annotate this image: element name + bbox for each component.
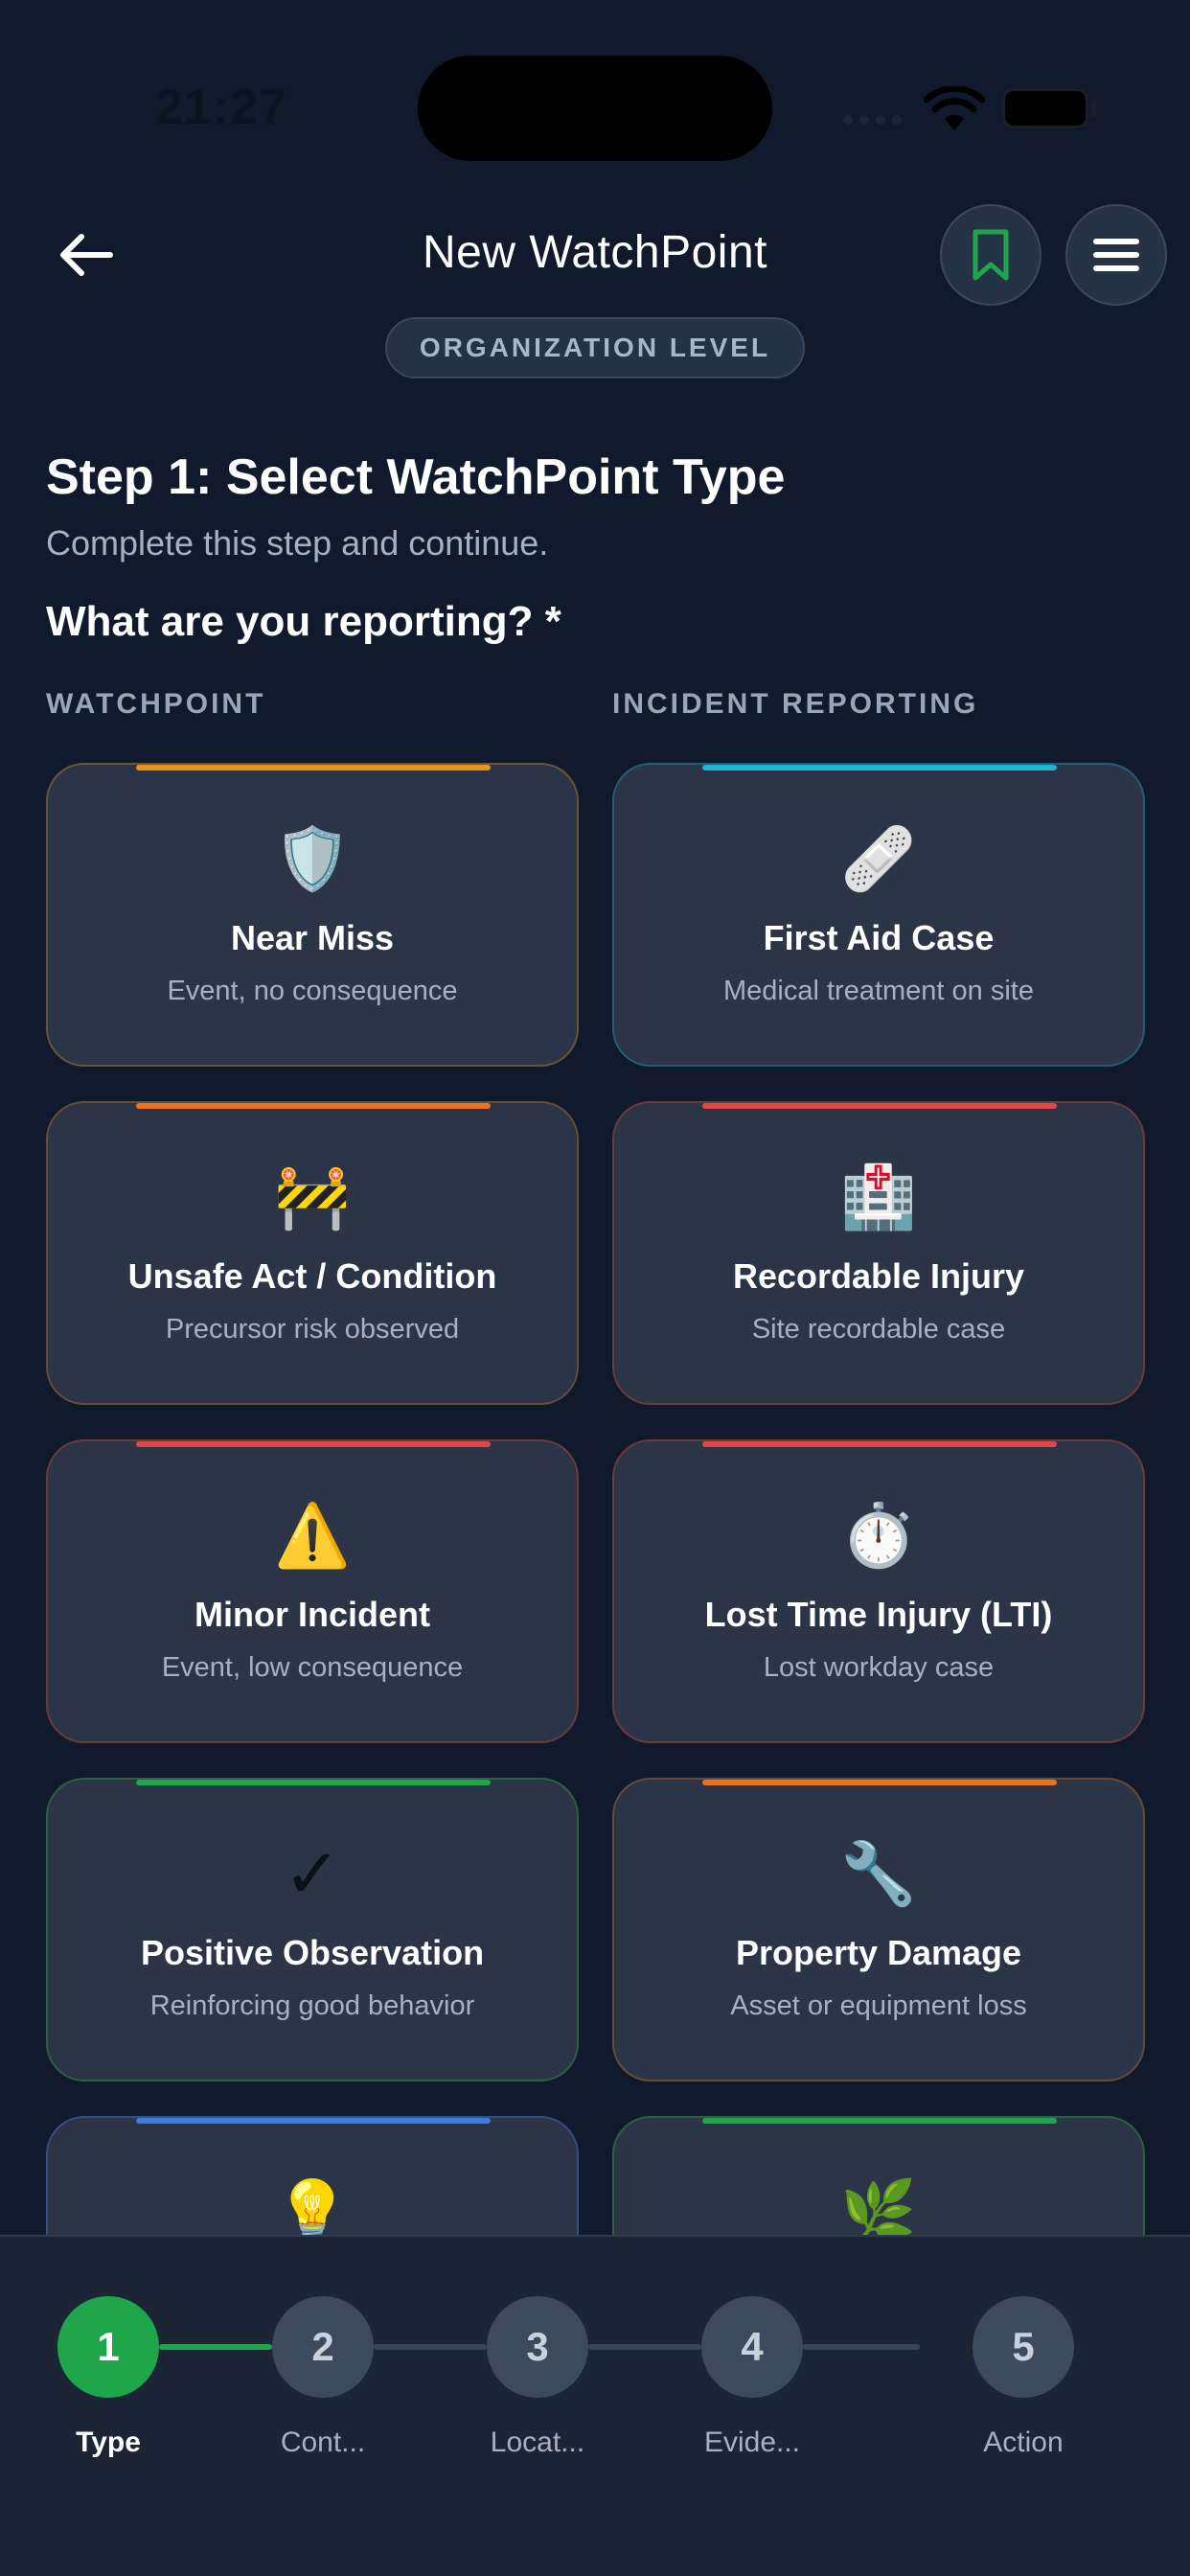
step-1-indicator[interactable]: 1 (57, 2296, 159, 2398)
card-title: Minor Incident (195, 1595, 430, 1634)
card-accent-bar (136, 765, 491, 770)
card-description: Reinforcing good behavior (149, 1990, 475, 2021)
card-accent-bar (136, 1441, 491, 1447)
step-2-label: Cont... (280, 2426, 366, 2458)
column-label-watchpoint: WATCHPOINT (46, 688, 266, 720)
type-card-near-miss[interactable]: 🛡️ Near Miss Event, no consequence (46, 763, 579, 1067)
card-accent-bar (136, 1103, 491, 1109)
type-card-positive-observation[interactable]: ✓ Positive Observation Reinforcing good be… (46, 1778, 579, 2082)
card-title: First Aid Case (763, 918, 995, 957)
card-description: Event, low consequence (161, 1652, 464, 1683)
card-title: Property Damage (735, 1933, 1022, 1972)
card-title: Positive Observation (140, 1933, 485, 1972)
card-description: Medical treatment on site (723, 976, 1034, 1006)
step-4-indicator[interactable]: 4 (701, 2296, 803, 2398)
step-title: Step 1: Select WatchPoint Type (46, 449, 786, 505)
card-description: Asset or equipment loss (730, 1990, 1027, 2021)
status-bar: 21:27 (0, 0, 1190, 192)
type-card-minor-incident[interactable]: ⚠️ Minor Incident Event, low consequence (46, 1439, 579, 1743)
cellular-signal-icon (843, 115, 902, 125)
card-accent-bar (702, 1103, 1057, 1109)
card-accent-bar (702, 1441, 1057, 1447)
card-title: Near Miss (230, 918, 395, 957)
type-card-property-damage[interactable]: 🔧 Property Damage Asset or equipment loss (612, 1778, 1145, 2082)
step-4-label: Evide... (703, 2426, 801, 2458)
construction-barrier-icon: 🚧 (274, 1162, 351, 1231)
card-accent-bar (136, 1780, 491, 1785)
dynamic-island (418, 56, 772, 161)
hospital-icon: 🏥 (840, 1162, 917, 1231)
new-watchpoint-screen: 21:27 New WatchPoint ORGANIZATION LEVEL … (0, 0, 1190, 2576)
type-card-lost-time-injury[interactable]: ⏱️ Lost Time Injury (LTI) Lost workday cas… (612, 1439, 1145, 1743)
step-5-indicator[interactable]: 5 (973, 2296, 1074, 2398)
card-accent-bar (136, 2118, 491, 2124)
progress-stepper: 1 Type 2 Cont... 3 Locat... 4 Evide... 5 Action (0, 2235, 1190, 2576)
type-card-first-aid-case[interactable]: 🩹 First Aid Case Medical treatment on site (612, 763, 1145, 1067)
question-label: What are you reporting? * (46, 598, 561, 645)
stopwatch-icon: ⏱️ (840, 1500, 917, 1570)
step-connector (803, 2344, 920, 2350)
battery-icon (1002, 88, 1088, 128)
battery-tip (1090, 100, 1096, 117)
step-subtitle: Complete this step and continue. (46, 523, 549, 563)
type-card-recordable-injury[interactable]: 🏥 Recordable Injury Site recordable case (612, 1101, 1145, 1405)
card-description: Site recordable case (751, 1314, 1006, 1345)
wrench-icon: 🔧 (840, 1838, 917, 1908)
status-time: 21:27 (155, 80, 287, 135)
step-3-indicator[interactable]: 3 (487, 2296, 588, 2398)
step-connector (374, 2344, 487, 2350)
card-accent-bar (702, 1780, 1057, 1785)
card-description: Event, no consequence (167, 976, 458, 1006)
card-description: Precursor risk observed (165, 1314, 460, 1345)
hamburger-menu-icon (1093, 239, 1139, 271)
step-5-label: Action (983, 2426, 1064, 2458)
wifi-icon (924, 86, 985, 130)
step-1-label: Type (76, 2426, 141, 2458)
step-connector (159, 2344, 272, 2350)
checkmark-icon: ✓ (283, 1836, 342, 1913)
level-badge: ORGANIZATION LEVEL (385, 317, 805, 379)
column-label-incident-reporting: INCIDENT REPORTING (612, 688, 979, 720)
step-3-label: Locat... (490, 2426, 585, 2458)
bookmark-button[interactable] (940, 204, 1041, 306)
menu-button[interactable] (1065, 204, 1167, 306)
card-accent-bar (702, 2118, 1057, 2124)
bandage-icon: 🩹 (840, 823, 917, 893)
type-card-unsafe-act[interactable]: 🚧 Unsafe Act / Condition Precursor risk ob… (46, 1101, 579, 1405)
warning-icon: ⚠️ (274, 1500, 351, 1570)
bookmark-icon (973, 229, 1009, 281)
card-description: Lost workday case (763, 1652, 995, 1683)
card-accent-bar (702, 765, 1057, 770)
card-title: Unsafe Act / Condition (127, 1256, 497, 1296)
step-connector (588, 2344, 701, 2350)
shield-icon: 🛡️ (274, 823, 351, 893)
card-title: Recordable Injury (732, 1256, 1025, 1296)
step-2-indicator[interactable]: 2 (272, 2296, 374, 2398)
card-title: Lost Time Injury (LTI) (704, 1595, 1053, 1634)
